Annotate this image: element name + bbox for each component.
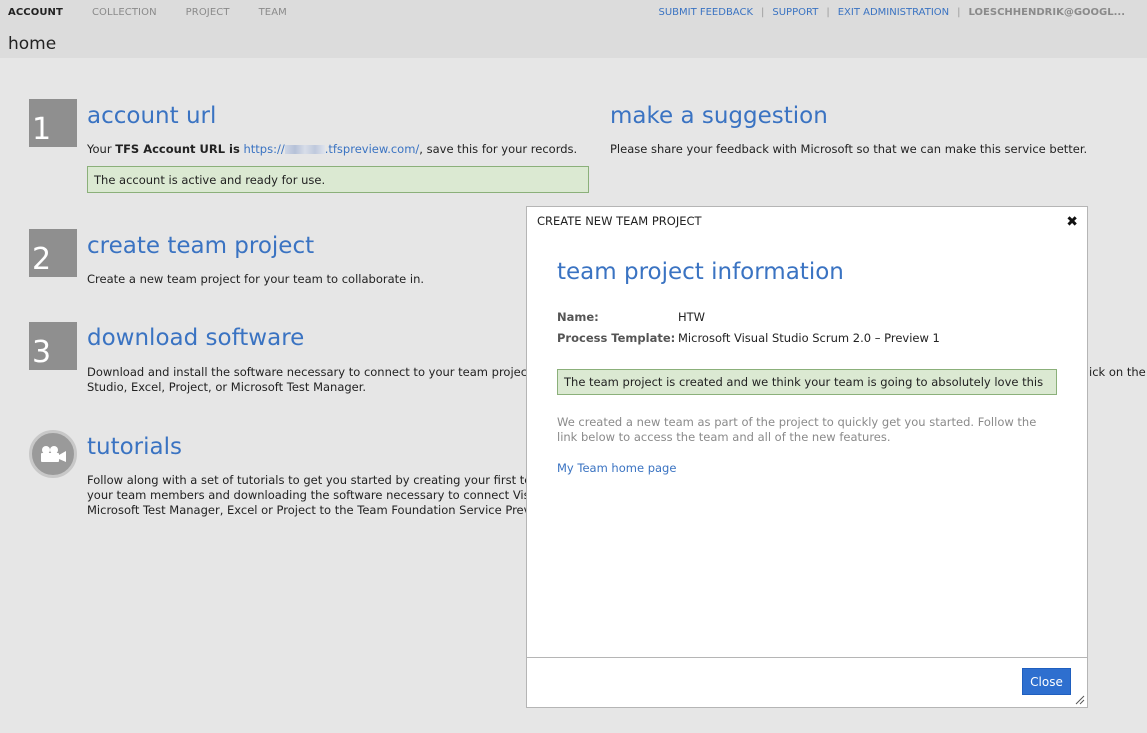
dialog-header: CREATE NEW TEAM PROJECT [537,214,702,228]
my-team-home-page-link[interactable]: My Team home page [557,461,676,475]
process-template-row: Process Template: Microsoft Visual Studio… [557,331,940,345]
redacted-account-name [284,145,325,154]
account-url-end: .tfspreview.com/ [324,142,420,156]
step-number-1: 1 [29,99,77,147]
account-url-prefix: Your [87,142,116,156]
account-url-start: https:// [243,142,285,156]
separator: | [761,7,765,18]
tutorials-text: Follow along with a set of tutorials to … [87,473,527,518]
close-button[interactable]: Close [1022,668,1071,695]
tab-team[interactable]: TEAM [259,7,287,18]
name-label: Name: [557,310,599,324]
tutorials-text-line-1: Follow along with a set of tutorials to … [87,473,527,487]
account-url-title[interactable]: account url [87,103,216,129]
camera-glyph [41,446,66,462]
tab-project[interactable]: PROJECT [186,7,230,18]
download-software-title[interactable]: download software [87,325,304,351]
download-text: Download and install the software necess… [87,365,527,395]
account-url-suffix: , save this for your records. [419,142,578,156]
support-link[interactable]: SUPPORT [772,7,818,18]
dialog-title: team project information [557,259,844,285]
dialog-footer: Close [527,657,1087,707]
separator: | [826,7,830,18]
download-text-line-1: Download and install the software necess… [87,365,527,379]
create-team-project-title[interactable]: create team project [87,233,314,259]
account-url-text: Your TFS Account URL is https:// .tfsprev… [87,142,577,157]
camera-icon [29,430,77,478]
tutorials-text-line-2: your team members and downloading the so… [87,488,527,502]
exit-administration-link[interactable]: EXIT ADMINISTRATION [838,7,949,18]
account-active-notice: The account is active and ready for use. [87,166,589,193]
submit-feedback-link[interactable]: SUBMIT FEEDBACK [658,7,753,18]
user-name[interactable]: LOESCHHENDRIK@GOOGL... [969,7,1125,18]
process-template-label: Process Template: [557,331,676,345]
account-url-label: TFS Account URL is [115,142,240,156]
project-created-notice: The team project is created and we think… [557,369,1057,395]
top-bar: ACCOUNT COLLECTION PROJECT TEAM SUBMIT F… [0,0,1147,58]
top-links: SUBMIT FEEDBACK | SUPPORT | EXIT ADMINIS… [658,7,1125,18]
tab-account[interactable]: ACCOUNT [8,7,63,18]
make-suggestion-title[interactable]: make a suggestion [610,103,828,129]
create-project-text: Create a new team project for your team … [87,272,425,286]
tab-collection[interactable]: COLLECTION [92,7,157,18]
download-text-line-2: Studio, Excel, Project, or Microsoft Tes… [87,380,367,394]
download-text-right-fragment: ick on the [1089,365,1146,379]
suggestion-text: Please share your feedback with Microsof… [610,142,1088,156]
name-value: HTW [678,310,706,324]
dialog-info-text: We created a new team as part of the pro… [557,415,1037,444]
step-number-3: 3 [29,322,77,370]
process-template-value: Microsoft Visual Studio Scrum 2.0 – Prev… [678,331,940,345]
close-icon[interactable]: ✖ [1066,215,1078,229]
create-team-project-dialog: CREATE NEW TEAM PROJECT ✖ team project i… [526,206,1088,708]
name-row: Name: HTW [557,310,705,324]
step-number-2: 2 [29,229,77,277]
resize-grip-icon[interactable] [1075,695,1085,705]
page-title: home [8,34,57,54]
account-url-link[interactable]: https:// .tfspreview.com/ [243,142,419,156]
separator: | [957,7,961,18]
tutorials-text-line-3: Microsoft Test Manager, Excel or Project… [87,503,527,517]
top-nav: ACCOUNT COLLECTION PROJECT TEAM [8,7,316,18]
tutorials-title[interactable]: tutorials [87,434,182,460]
